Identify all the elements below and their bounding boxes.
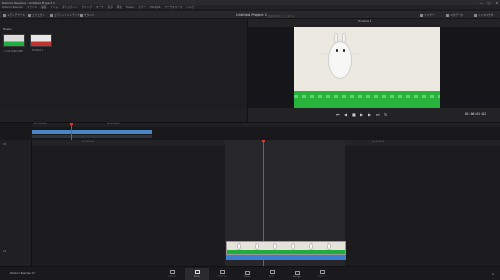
media-pool-clip[interactable] [3,34,25,47]
media-pool-header: Master [3,28,12,31]
menu-help[interactable]: ヘルプ [186,5,194,9]
viewer-header [248,19,500,27]
skip-forward-icon[interactable]: ⏭ [376,112,380,117]
edit-page-icon [219,270,225,274]
effects-toggle[interactable]: エフェクト [28,13,45,17]
grass-strip [294,91,440,109]
viewer-frame[interactable] [294,27,440,109]
video-track-label: V1 [3,143,7,146]
menu-playback[interactable]: 再生 [117,5,122,9]
menu-fairlight[interactable]: Fairlight [150,6,160,9]
track-header: V1 A1 [0,140,32,266]
sound-library-toggle[interactable]: サウンド [80,13,94,17]
fusion-page-icon [244,270,250,275]
media-pool-clip-label: ハナ01-1920-1080 [3,50,23,53]
maximize-button[interactable]: □ [488,1,491,5]
inspector-icon [474,13,477,17]
project-title: Untitled Project 1 [236,13,268,17]
minimize-button[interactable]: — [480,1,483,5]
page-tab-edit[interactable]: エディット [210,268,234,280]
audio-track-label: A1 [3,250,7,253]
close-button[interactable]: ✕ [495,1,498,5]
window-title: DaVinci Resolve - Untitled Project 1 [2,0,55,5]
video-clip[interactable] [226,241,346,255]
loop-icon[interactable]: ↻ [384,112,387,117]
upper-playhead[interactable] [71,123,72,141]
timeline-playhead-marker[interactable] [262,140,265,142]
interface-toolbar: メディアプール エフェクト エディットインデックス サウンド Untitled … [0,11,500,19]
page-tab-deliver[interactable]: デリバー [310,268,334,280]
media-pool-clip-label: Timeline 1 [32,49,44,52]
sound-library-icon [80,13,83,17]
media-pool-timeline[interactable] [30,34,52,47]
media-pool-icon [3,13,6,17]
page-tab-color[interactable]: カラー [260,268,284,280]
upper-playhead-marker[interactable] [70,123,73,125]
timecode-display: 01:00:01:02 [464,112,486,116]
app-name: DaVinci Resolve 17 [10,272,35,275]
ruler-label: 01:00:05:00 [107,123,120,125]
upper-timeline-ruler[interactable]: 01:00:00:00 01:00:05:00 [32,123,500,127]
menu-workspace[interactable]: ワークスペース [164,5,182,9]
ruler-label: 01:00:10:00 [372,141,385,143]
home-icon[interactable]: ⌂ [492,272,494,276]
page-tab-fusion[interactable]: Fusion [235,268,259,280]
media-page-icon [169,270,175,274]
upper-video-clip[interactable] [32,130,152,134]
page-tab-cut[interactable]: カット [185,268,209,280]
menu-fusion[interactable]: Fusion [126,6,134,9]
deliver-page-icon [319,270,325,274]
character-image [320,33,360,81]
page-bar: DaVinci Resolve 17 メディア カット エディット Fusion… [0,266,500,280]
color-page-icon [269,270,275,274]
menu-app[interactable]: DaVinci Resolve [2,6,23,9]
media-pool-toggle[interactable]: メディアプール [3,13,25,17]
skip-back-icon[interactable]: ⏮ [336,112,340,117]
menu-timeline[interactable]: タイムライン [62,5,77,9]
menu-edit[interactable]: 編集 [41,5,46,9]
menu-mark[interactable]: マーク [96,5,104,9]
page-tab-media[interactable]: メディア [160,268,184,280]
step-back-icon[interactable]: ◀ [344,112,347,117]
metadata-toggle[interactable]: メタデータ [446,13,463,17]
cut-page-icon [194,270,200,274]
mixer-icon [420,13,423,17]
fairlight-page-icon [294,270,300,275]
ruler-label: 01:00:00:00 [82,141,95,143]
mixer-toggle[interactable]: ミキサー [420,13,434,17]
menu-clip[interactable]: クリップ [81,5,91,9]
menu-bar: DaVinci Resolve ファイル 編集 トリム タイムライン クリップ … [0,5,500,9]
effects-icon [28,13,31,17]
upper-timeline: 01:00:00:00 01:00:05:00 [0,122,500,141]
viewer-timeline-name[interactable]: Timeline 1 [358,20,372,23]
step-forward-icon[interactable]: ▶ [368,112,371,117]
ruler-label: 01:00:00:00 [34,123,47,125]
menu-view[interactable]: 表示 [108,5,113,9]
audio-clip[interactable] [226,255,346,260]
play-icon[interactable]: ▶ [360,112,363,117]
inspector-toggle[interactable]: インスペクタ [474,13,493,17]
project-save-status: 変更を保存していません [268,14,295,18]
upper-audio-clip[interactable] [32,135,152,138]
page-tab-fairlight[interactable]: Fairlight [285,268,309,280]
stop-icon[interactable]: ■ [352,112,356,117]
menu-trim[interactable]: トリム [50,5,58,9]
edit-index-toggle[interactable]: エディットインデックス [50,13,82,17]
viewer-transport: ⏮ ◀ ■ ▶ ▶ ⏭ ↻ 01:00:01:02 [248,108,500,122]
edit-index-icon [50,13,53,17]
menu-file[interactable]: ファイル [27,5,37,9]
menu-color[interactable]: カラー [138,5,146,9]
left-tool-strip [0,108,248,122]
metadata-icon [446,13,449,17]
media-pool-panel: Master ハナ01-1920-1080 Timeline 1 [0,19,248,108]
